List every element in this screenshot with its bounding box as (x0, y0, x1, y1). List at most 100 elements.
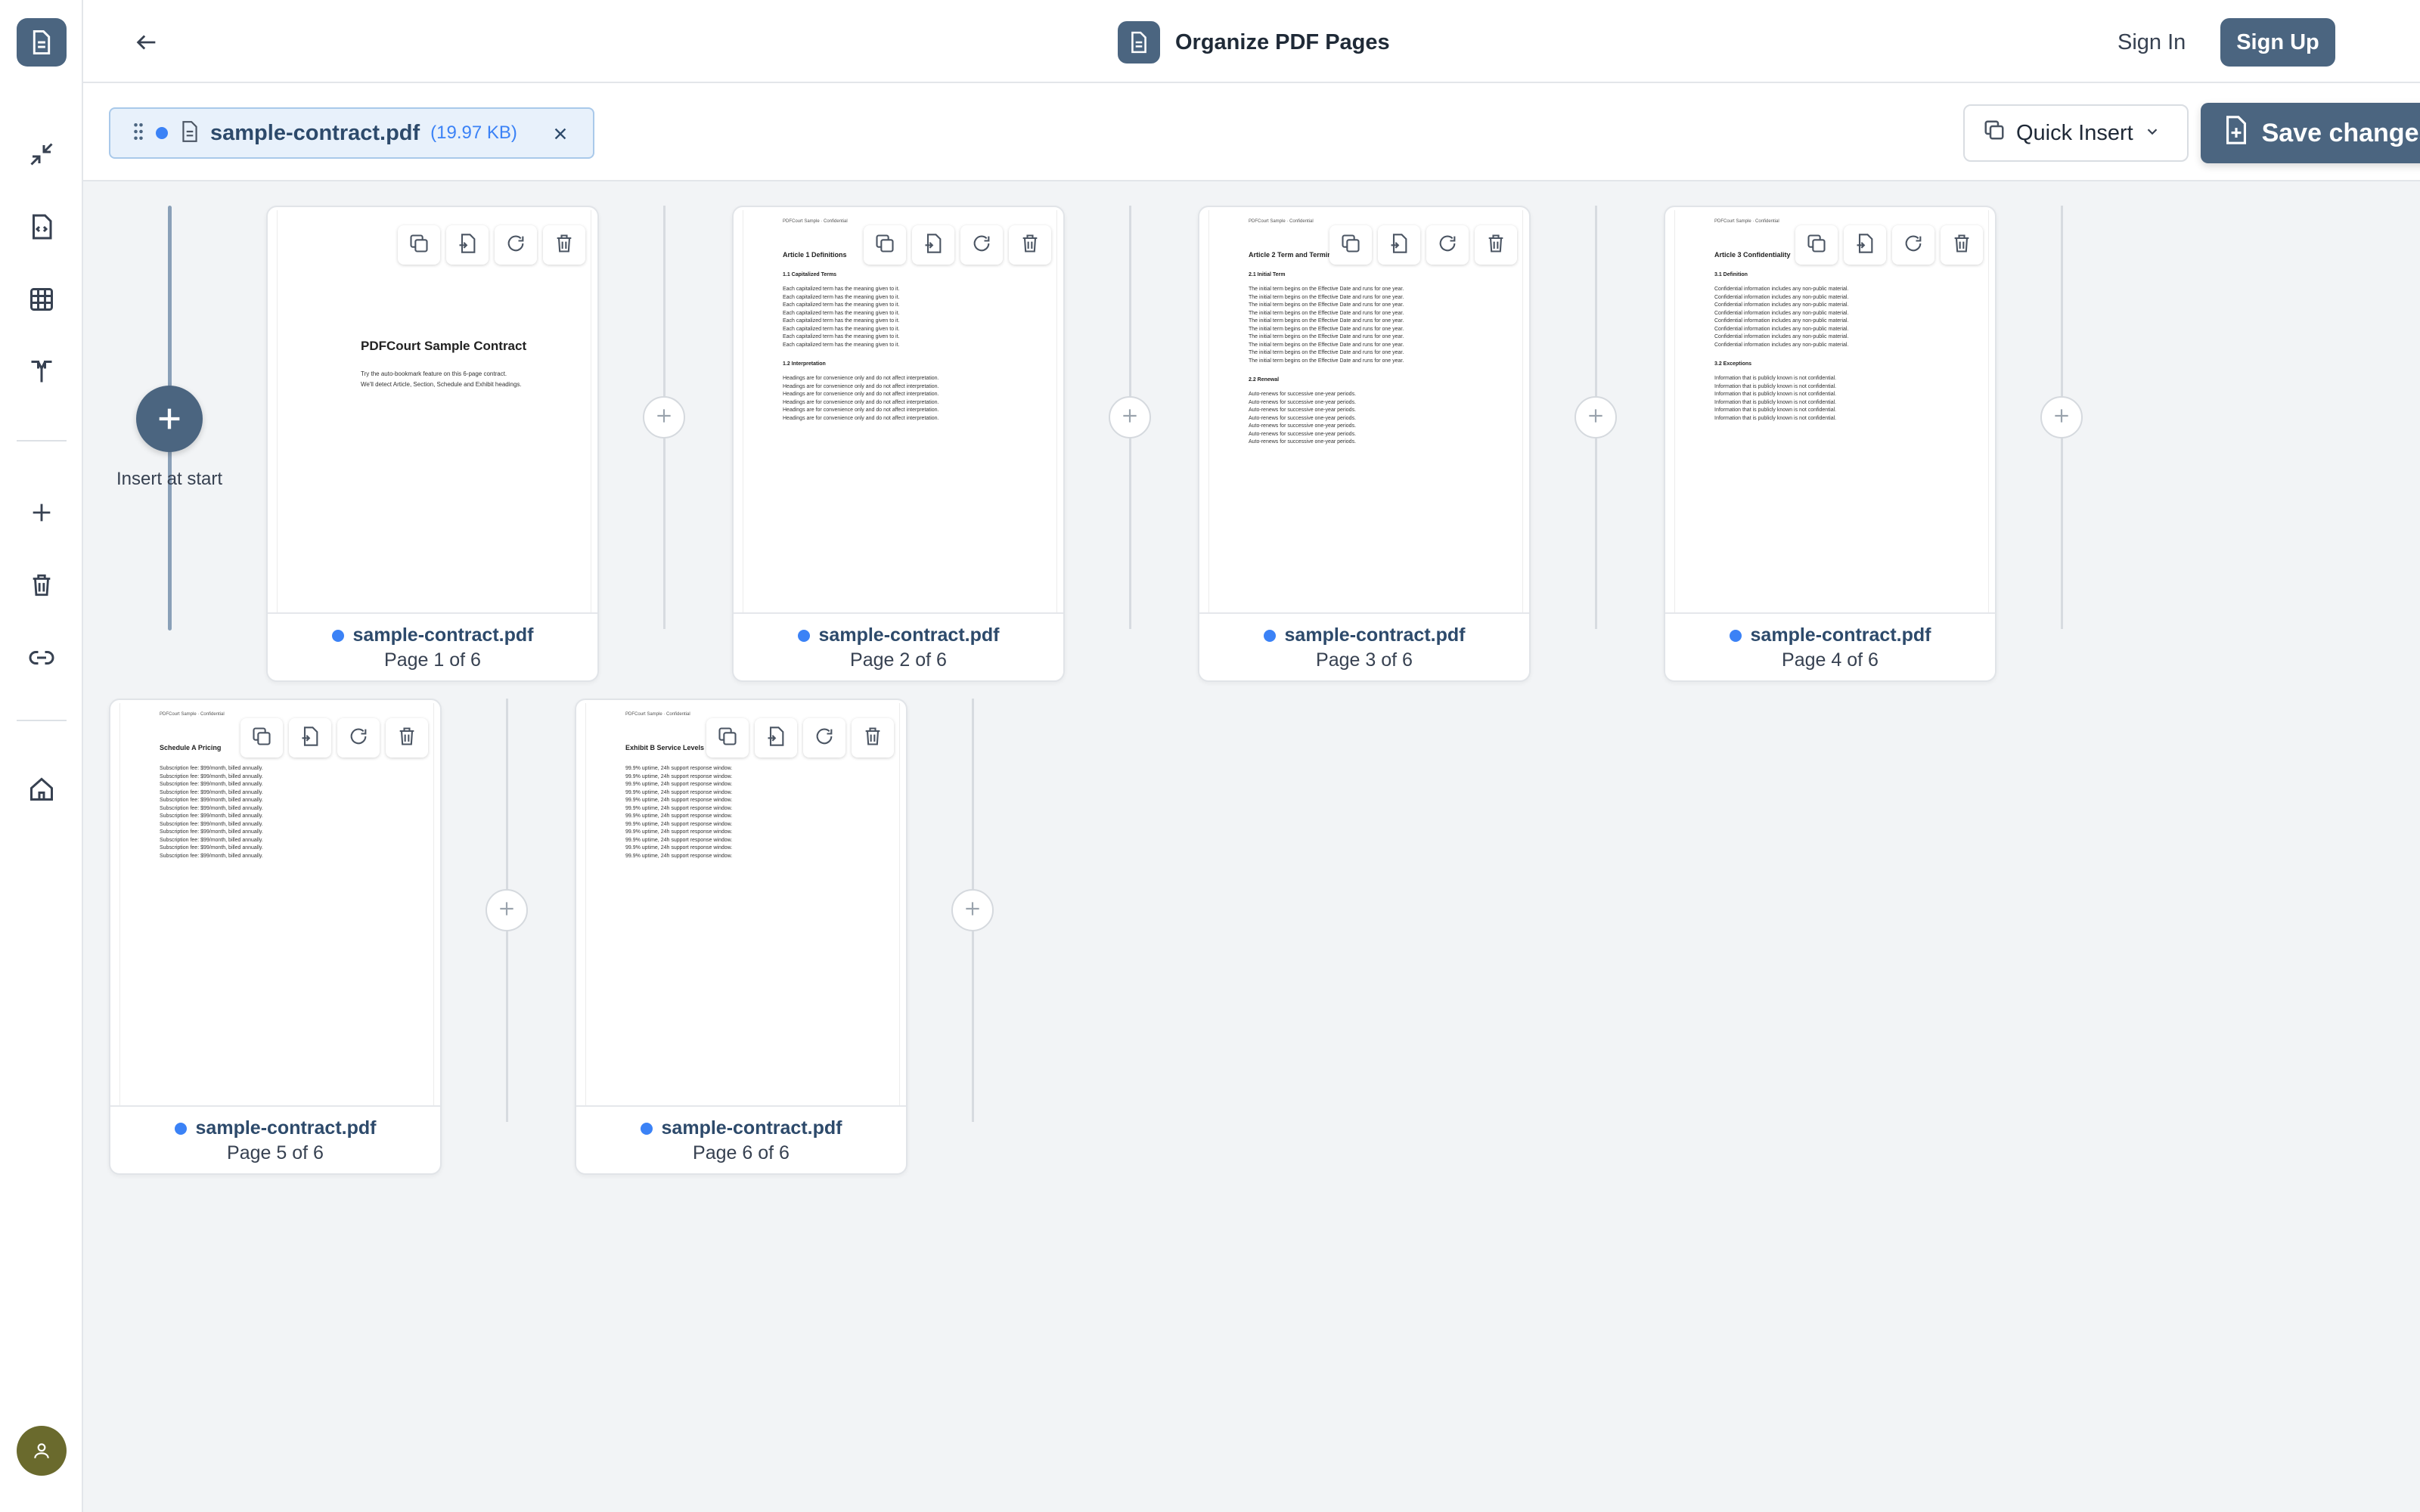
insert-at-start-button[interactable] (136, 386, 203, 452)
page-card[interactable]: PDFCourt Sample · Confidential Article 1 … (732, 206, 1065, 682)
insert-page-gap-button[interactable] (486, 889, 528, 931)
user-icon[interactable] (17, 1426, 67, 1476)
page-text-line: Auto-renews for successive one-year peri… (1249, 415, 1357, 421)
page-text-line: We'll detect Article, Section, Schedule … (361, 381, 522, 388)
insert-page-button[interactable] (446, 225, 489, 265)
drag-handle-icon[interactable] (133, 122, 144, 145)
logo-icon[interactable] (17, 18, 67, 67)
insert-page-gap-button[interactable] (1575, 396, 1617, 438)
page-card[interactable]: PDFCourt Sample · Confidential Schedule A… (109, 699, 442, 1175)
file-chip[interactable]: sample-contract.pdf (19.97 KB) (109, 107, 594, 159)
insert-page-gap-button[interactable] (2040, 396, 2083, 438)
copy-icon (1340, 233, 1361, 258)
file-insert-icon (299, 726, 321, 751)
page-thumbnail[interactable]: PDFCourt Sample · Confidential Article 3 … (1674, 210, 1989, 612)
page-file-name-text: sample-contract.pdf (818, 624, 1000, 646)
duplicate-page-button[interactable] (1795, 225, 1838, 265)
page-card[interactable]: PDFCourt Sample · Confidential Article 3 … (1664, 206, 1996, 682)
insert-page-gap-button[interactable] (951, 889, 994, 931)
page-card[interactable]: PDFCourt Sample · Confidential Article 2 … (1198, 206, 1531, 682)
page-thumbnail[interactable]: PDFCourt Sample · Confidential Schedule A… (119, 703, 434, 1105)
side-rail (0, 0, 83, 1512)
link-icon[interactable] (20, 637, 63, 679)
delete-page-button[interactable] (852, 718, 894, 758)
page-text-line: Subscription fee: $99/month, billed annu… (160, 821, 263, 827)
page-running-header: PDFCourt Sample · Confidential (1714, 219, 1779, 224)
page-section-heading: 2.2 Renewal (1249, 377, 1280, 383)
page-text-line: Confidential information includes any no… (1714, 334, 1849, 339)
page-text-line: Auto-renews for successive one-year peri… (1249, 407, 1357, 413)
rotate-page-button[interactable] (1426, 225, 1469, 265)
page-thumbnail[interactable]: PDFCourt Sample · Confidential Exhibit B … (585, 703, 900, 1105)
insert-page-button[interactable] (1378, 225, 1420, 265)
delete-page-button[interactable] (1941, 225, 1983, 265)
file-color-dot (640, 1122, 653, 1135)
rotate-page-button[interactable] (495, 225, 537, 265)
delete-page-button[interactable] (543, 225, 585, 265)
page-thumbnail[interactable]: PDFCourt Sample Contract Try the auto-boo… (277, 210, 591, 612)
page-card[interactable]: PDFCourt Sample · Confidential Exhibit B … (575, 699, 908, 1175)
duplicate-page-button[interactable] (240, 718, 283, 758)
page-text-line: Headings are for convenience only and do… (783, 376, 939, 381)
insert-at-start-label: Insert at start (116, 469, 223, 489)
rail-divider (17, 720, 67, 721)
file-insert-icon (457, 233, 478, 258)
home-icon[interactable] (20, 768, 63, 810)
page-text-line: Each capitalized term has the meaning gi… (783, 287, 900, 292)
add-icon (1120, 406, 1140, 429)
insert-page-gap-button[interactable] (643, 396, 685, 438)
insert-page-button[interactable] (755, 718, 797, 758)
duplicate-page-button[interactable] (1329, 225, 1372, 265)
page-text-line: Subscription fee: $99/month, billed annu… (160, 853, 263, 859)
page-file-name: sample-contract.pdf (1199, 624, 1529, 646)
insert-page-button[interactable] (912, 225, 954, 265)
rotate-page-button[interactable] (1892, 225, 1934, 265)
page-thumbnail[interactable]: PDFCourt Sample · Confidential Article 1 … (743, 210, 1057, 612)
page-text-line: Confidential information includes any no… (1714, 287, 1849, 292)
file-color-dot (1263, 629, 1276, 642)
duplicate-page-button[interactable] (864, 225, 906, 265)
page-preview: PDFCourt Sample · Confidential Article 2 … (1209, 210, 1522, 612)
insert-page-button[interactable] (289, 718, 331, 758)
close-icon[interactable] (549, 122, 572, 145)
file-plus-icon (2223, 115, 2250, 152)
sign-up-button[interactable]: Sign Up (2220, 18, 2335, 67)
rotate-page-button[interactable] (337, 718, 380, 758)
page-text-line: The initial term begins on the Effective… (1249, 294, 1404, 300)
trash-icon[interactable] (20, 564, 63, 606)
document-icon (1118, 21, 1160, 64)
page-title: Organize PDF Pages (1175, 29, 1390, 54)
page-text-line: Headings are for convenience only and do… (783, 415, 939, 421)
save-changes-button[interactable]: Save changes (2201, 103, 2420, 163)
grid-icon[interactable] (20, 278, 63, 321)
back-arrow-icon[interactable] (126, 21, 168, 64)
delete-page-button[interactable] (386, 718, 428, 758)
page-text-line: Confidential information includes any no… (1714, 310, 1849, 316)
page-text-line: 99.9% uptime, 24h support response windo… (625, 789, 733, 795)
page-card-footer: sample-contract.pdf Page 6 of 6 (576, 1105, 906, 1173)
split-icon[interactable] (20, 351, 63, 393)
rotate-page-button[interactable] (960, 225, 1003, 265)
insert-page-gap-button[interactable] (1109, 396, 1151, 438)
quick-insert-dropdown[interactable]: Quick Insert (1963, 104, 2189, 162)
top-bar: Organize PDF Pages Sign In Sign Up (83, 0, 2420, 83)
page-thumbnail[interactable]: PDFCourt Sample · Confidential Article 2 … (1208, 210, 1523, 612)
insert-page-button[interactable] (1844, 225, 1886, 265)
page-card-footer: sample-contract.pdf Page 5 of 6 (110, 1105, 440, 1173)
sign-in-link[interactable]: Sign In (2118, 21, 2186, 64)
page-text-line: Subscription fee: $99/month, billed annu… (160, 789, 263, 795)
duplicate-page-button[interactable] (706, 718, 749, 758)
add-icon[interactable] (20, 491, 63, 534)
rotate-page-button[interactable] (803, 718, 845, 758)
delete-page-button[interactable] (1475, 225, 1517, 265)
page-card[interactable]: PDFCourt Sample Contract Try the auto-boo… (266, 206, 599, 682)
delete-page-button[interactable] (1009, 225, 1051, 265)
page-running-header: PDFCourt Sample · Confidential (1249, 219, 1314, 224)
page-text-line: Headings are for convenience only and do… (783, 392, 939, 397)
duplicate-page-button[interactable] (398, 225, 440, 265)
compress-icon[interactable] (20, 133, 63, 175)
page-preview: PDFCourt Sample Contract Try the auto-boo… (278, 210, 591, 612)
quick-insert-label: Quick Insert (2016, 120, 2133, 145)
page-doc-title: Schedule A Pricing (160, 744, 222, 751)
code-file-icon[interactable] (20, 206, 63, 248)
